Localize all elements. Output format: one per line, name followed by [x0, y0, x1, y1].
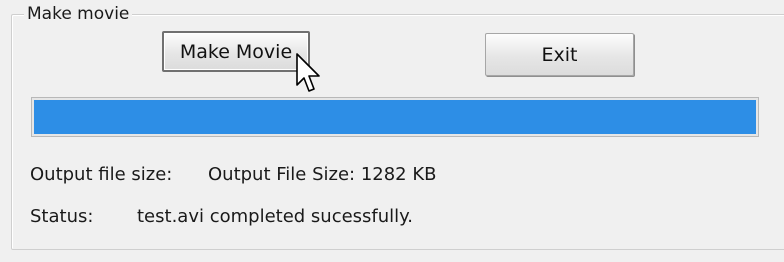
- output-file-size-value: Output File Size: 1282 KB: [208, 164, 437, 185]
- mouse-pointer-icon: [296, 53, 320, 92]
- output-file-size-label: Output file size:: [30, 164, 173, 185]
- groupbox-title: Make movie: [24, 3, 133, 25]
- progress-bar: [31, 97, 759, 137]
- exit-button[interactable]: Exit: [485, 33, 634, 76]
- make-movie-button[interactable]: Make Movie: [162, 31, 310, 72]
- status-value: test.avi completed sucessfully.: [137, 206, 413, 227]
- status-label: Status:: [30, 206, 94, 227]
- progress-bar-fill: [34, 100, 756, 134]
